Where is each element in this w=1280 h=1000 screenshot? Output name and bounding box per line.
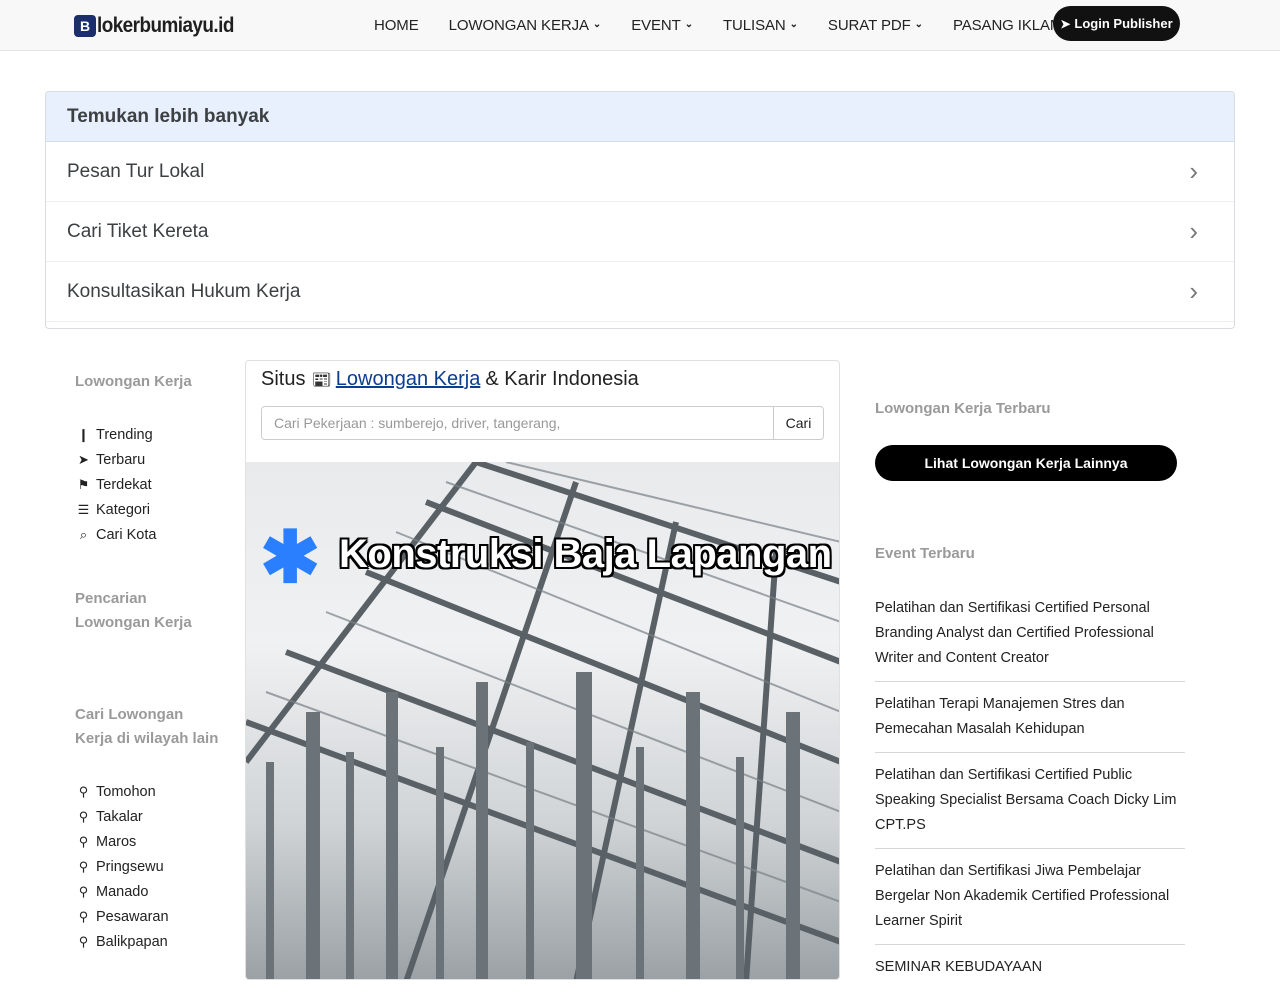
sidebar-item-label: Kategori (96, 501, 151, 518)
sidebar-item-terbaru[interactable]: ➤ Terbaru (75, 447, 225, 472)
event-link[interactable]: SEMINAR KEBUDAYAAN (875, 955, 1185, 990)
city-link[interactable]: ⚲ Takalar (75, 804, 225, 829)
more-jobs-button[interactable]: Lihat Lowongan Kerja Lainnya (875, 445, 1177, 481)
nav-item-label: SURAT PDF (827, 16, 911, 34)
find-more-item-label: Cari Tiket Kereta (67, 220, 209, 242)
chevron-right-icon: › (1189, 156, 1198, 186)
city-link[interactable]: ⚲ Tomohon (75, 779, 225, 804)
right-sidebar: Lowongan Kerja Terbaru Lihat Lowongan Ke… (875, 400, 1185, 1000)
chevron-right-icon: › (1189, 276, 1198, 306)
sidebar-item-label: Trending (96, 426, 153, 443)
sidebar-item-kategori[interactable]: ☰ Kategori (75, 497, 225, 522)
find-more-item-label: Konsultasikan Hukum Kerja (67, 280, 301, 302)
find-more-item-label: Pesan Tur Lokal (67, 160, 205, 182)
sidebar-item-label: Terdekat (96, 476, 152, 493)
map-pin-icon: ⚲ (78, 783, 89, 799)
city-link[interactable]: ⚲ Maros (75, 829, 225, 854)
city-label: Balikpapan (96, 933, 168, 950)
left-sidebar: Lowongan Kerja ❙ Trending ➤ Terbaru ⚑ Terdeka… (75, 370, 225, 954)
sidebar-item-label: Cari Kota (96, 526, 157, 543)
map-pin-icon: ⚲ (78, 808, 89, 824)
find-more-panel: Temukan lebih banyak Pesan Tur Lokal › Car… (45, 91, 1235, 329)
logo-mark: B (74, 15, 96, 37)
city-label: Pringsewu (96, 858, 164, 875)
city-link[interactable]: ⚲ Manado (75, 879, 225, 904)
event-link[interactable]: Pelatihan dan Sertifikasi Certified Publ… (875, 763, 1185, 849)
chevron-down-icon: ⌄ (789, 18, 798, 30)
main-content-card: Situs 📰︎ Lowongan Kerja & Karir Indonesi… (245, 360, 840, 980)
nav-item-event[interactable]: EVENT ⌄ (631, 17, 693, 34)
latest-events-title: Event Terbaru (875, 545, 975, 562)
map-pin-icon: ⚲ (78, 883, 89, 899)
city-link[interactable]: ⚲ Pringsewu (75, 854, 225, 879)
sidebar-item-cari-kota[interactable]: ⌕ Cari Kota (75, 522, 225, 547)
sidebar-title-pencarian: Pencarian Lowongan Kerja (75, 590, 192, 631)
nav-item-label: PASANG IKLAN (952, 16, 1061, 34)
lowongan-menu: ❙ Trending ➤ Terbaru ⚑ Terdekat ☰ Kategori ⌕ Cari… (75, 422, 225, 547)
chart-icon: ❙ (78, 426, 89, 442)
sidebar-item-terdekat[interactable]: ⚑ Terdekat (75, 472, 225, 497)
map-pin-icon: ⚲ (78, 833, 89, 849)
find-more-title: Temukan lebih banyak (46, 92, 1234, 142)
event-link[interactable]: Pelatihan dan Sertifikasi Jiwa Pembelaja… (875, 859, 1185, 945)
city-label: Pesawaran (96, 908, 169, 925)
paper-plane-icon: ➤ (78, 451, 89, 467)
main-nav: HOME LOWONGAN KERJA ⌄ EVENT ⌄ TULISAN ⌄ SURAT P… (374, 0, 1091, 50)
nav-item-tulisan[interactable]: TULISAN ⌄ (723, 17, 798, 34)
map-pin-icon: ⚲ (78, 858, 89, 874)
site-heading: Situs 📰︎ Lowongan Kerja & Karir Indonesi… (261, 368, 639, 391)
chevron-down-icon: ⌄ (684, 18, 693, 30)
site-logo[interactable]: B lokerbumiayu.id (74, 13, 249, 39)
job-search-form: Cari (261, 406, 824, 440)
find-more-item[interactable]: Konsultasikan Hukum Kerja › (46, 262, 1234, 322)
latest-jobs-title: Lowongan Kerja Terbaru (875, 400, 1051, 417)
sign-in-icon: ➤ (1060, 16, 1071, 31)
city-link[interactable]: ⚲ Pesawaran (75, 904, 225, 929)
nav-item-label: EVENT (631, 16, 681, 34)
map-pin-icon: ⚲ (78, 908, 89, 924)
event-link[interactable]: Pelatihan Terapi Manajemen Stres dan Pem… (875, 692, 1185, 753)
chevron-down-icon: ⌄ (914, 18, 923, 30)
search-location-icon: ⌕ (79, 526, 88, 542)
sidebar-title-wilayah: Cari Lowongan Kerja di wilayah lain (75, 706, 219, 747)
nav-item-surat-pdf[interactable]: SURAT PDF ⌄ (828, 17, 923, 34)
sidebar-title-lowongan: Lowongan Kerja (75, 373, 192, 390)
sidebar-item-trending[interactable]: ❙ Trending (75, 422, 225, 447)
city-label: Tomohon (96, 783, 156, 800)
nav-item-home[interactable]: HOME (374, 17, 419, 34)
city-label: Manado (96, 883, 149, 900)
heading-link-lowongan[interactable]: Lowongan Kerja (336, 368, 481, 391)
job-search-input[interactable] (262, 407, 773, 439)
chevron-down-icon: ⌄ (592, 18, 602, 30)
nav-item-pasang-iklan[interactable]: PASANG IKLAN (953, 17, 1061, 34)
hero-caption: Konstruksi Baja Lapangan P (339, 532, 840, 576)
city-list: ⚲ Tomohon ⚲ Takalar ⚲ Maros ⚲ Pringsewu ⚲ Manado ⚲… (75, 779, 225, 954)
chevron-right-icon: › (1189, 216, 1198, 246)
heading-prefix: Situs (261, 368, 306, 390)
city-label: Maros (96, 833, 137, 850)
city-label: Takalar (96, 808, 143, 825)
nav-item-label: HOME (374, 16, 419, 34)
top-navbar: B lokerbumiayu.id HOME LOWONGAN KERJA ⌄ EVE… (0, 0, 1280, 51)
heading-suffix: & Karir Indonesia (485, 368, 639, 390)
find-more-item[interactable]: Cari Tiket Kereta › (46, 202, 1234, 262)
search-button[interactable]: Cari (773, 407, 823, 439)
login-publisher-label: Login Publisher (1074, 16, 1173, 31)
event-link[interactable]: Pelatihan dan Sertifikasi Certified Pers… (875, 596, 1185, 682)
city-link[interactable]: ⚲ Balikpapan (75, 929, 225, 954)
login-publisher-button[interactable]: ➤ Login Publisher (1053, 6, 1180, 41)
map-marker-icon: ⚑ (77, 476, 90, 492)
find-more-item[interactable]: Pesan Tur Lokal › (46, 142, 1234, 202)
newspaper-icon: 📰︎ (311, 371, 332, 389)
sidebar-item-label: Terbaru (96, 451, 146, 468)
nav-item-label: TULISAN (722, 16, 786, 34)
nav-item-lowongan-kerja[interactable]: LOWONGAN KERJA ⌄ (449, 17, 602, 34)
map-pin-icon: ⚲ (78, 933, 89, 949)
logo-text: lokerbumiayu.id (97, 14, 234, 37)
list-icon: ☰ (77, 501, 90, 517)
nav-item-label: LOWONGAN KERJA (448, 16, 589, 34)
asterisk-icon: ✱ (260, 518, 321, 598)
hero-image[interactable]: ✱ Konstruksi Baja Lapangan P (246, 462, 840, 979)
event-list: Pelatihan dan Sertifikasi Certified Pers… (875, 596, 1185, 990)
